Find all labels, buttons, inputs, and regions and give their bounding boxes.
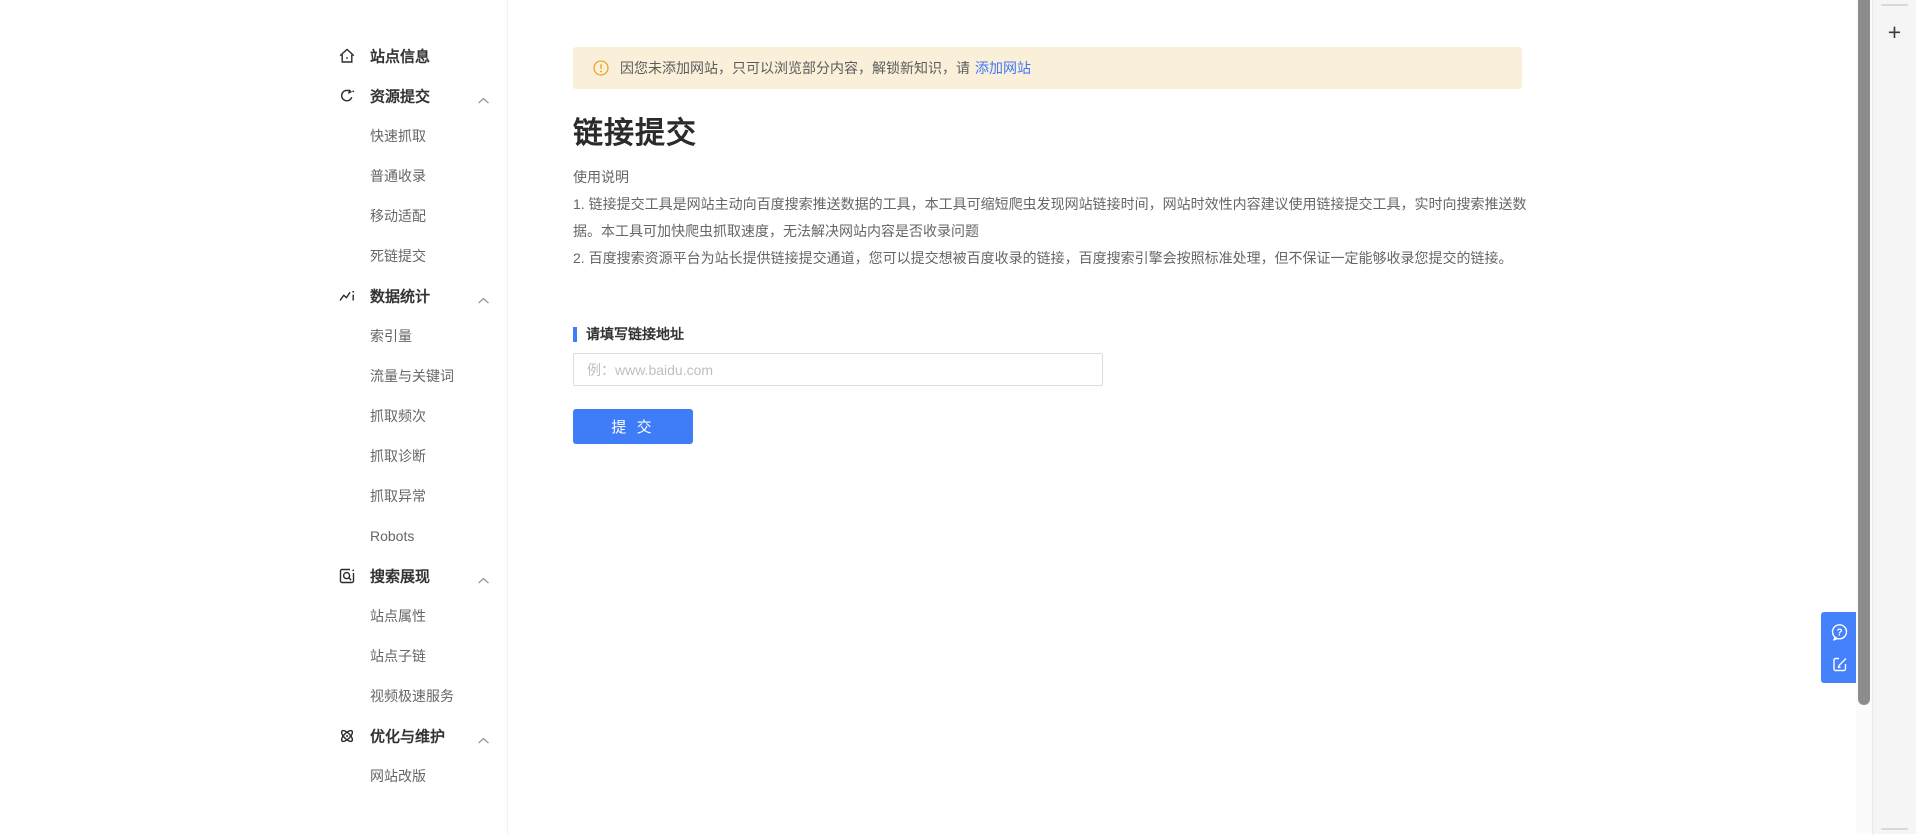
chevron-up-icon[interactable] [477, 732, 490, 744]
chevron-up-icon[interactable] [477, 572, 490, 584]
strip-divider-top [1881, 4, 1908, 6]
sidebar-item-crawl-exception[interactable]: 抓取异常 [0, 476, 507, 516]
help-question-icon[interactable]: ? [1828, 620, 1852, 644]
sidebar-item-label: 网站改版 [370, 768, 426, 784]
sidebar-item-index-volume[interactable]: 索引量 [0, 316, 507, 356]
sidebar-item-label: 视频极速服务 [370, 688, 454, 704]
sidebar: 站点信息 资源提交 快速抓取 普通收录 移动适配 死链提交 数据统计 索引量 流… [0, 0, 508, 834]
optimize-icon [337, 726, 357, 746]
sidebar-item-quick-crawl[interactable]: 快速抓取 [0, 116, 507, 156]
sidebar-item-crawl-frequency[interactable]: 抓取频次 [0, 396, 507, 436]
sidebar-item-traffic-keywords[interactable]: 流量与关键词 [0, 356, 507, 396]
search-display-icon [337, 566, 357, 586]
sidebar-section-optimize-maintain[interactable]: 优化与维护 [0, 716, 507, 756]
sidebar-item-crawl-diagnosis[interactable]: 抓取诊断 [0, 436, 507, 476]
sidebar-item-site-attribute[interactable]: 站点属性 [0, 596, 507, 636]
sidebar-item-label: Robots [370, 528, 415, 544]
sidebar-item-label: 快速抓取 [370, 128, 426, 144]
sidebar-item-label: 移动适配 [370, 208, 426, 224]
link-address-label: 请填写链接地址 [573, 326, 684, 342]
label-accent-bar [573, 326, 577, 342]
home-icon [337, 46, 357, 66]
sidebar-item-label: 资源提交 [370, 88, 431, 106]
feedback-edit-icon[interactable] [1828, 651, 1852, 675]
page-scrollbar-thumb[interactable] [1858, 0, 1870, 705]
sidebar-section-data-stats[interactable]: 数据统计 [0, 276, 507, 316]
browser-side-strip: + [1872, 0, 1916, 834]
svg-text:?: ? [1836, 627, 1842, 638]
main-content: 因您未添加网站，只可以浏览部分内容，解锁新知识，请 添加网站 链接提交 使用说明… [508, 0, 1856, 834]
sidebar-item-mobile-adapt[interactable]: 移动适配 [0, 196, 507, 236]
submit-button[interactable]: 提 交 [573, 409, 693, 444]
no-site-warning-banner: 因您未添加网站，只可以浏览部分内容，解锁新知识，请 添加网站 [573, 47, 1522, 89]
sidebar-nav: 站点信息 资源提交 快速抓取 普通收录 移动适配 死链提交 数据统计 索引量 流… [0, 36, 507, 796]
sidebar-item-label: 优化与维护 [370, 728, 446, 746]
data-stats-icon [337, 286, 357, 306]
instruction-line: 1. 链接提交工具是网站主动向百度搜索推送数据的工具，本工具可缩短爬虫发现网站链… [573, 196, 1527, 239]
sidebar-item-label: 数据统计 [370, 288, 431, 306]
sidebar-item-site-revamp[interactable]: 网站改版 [0, 756, 507, 796]
usage-heading: 使用说明 [573, 169, 629, 185]
floating-help-panel: ? [1821, 612, 1858, 683]
banner-text: 因您未添加网站，只可以浏览部分内容，解锁新知识，请 [620, 60, 970, 76]
sidebar-item-label: 站点子链 [370, 648, 426, 664]
strip-divider-bottom [1881, 828, 1908, 830]
chevron-up-icon[interactable] [477, 92, 490, 104]
sidebar-section-site-info[interactable]: 站点信息 [0, 36, 507, 76]
sidebar-item-label: 站点属性 [370, 608, 426, 624]
page-scrollbar-track [1856, 0, 1872, 834]
link-url-input[interactable] [573, 353, 1103, 386]
usage-instructions: 使用说明 1. 链接提交工具是网站主动向百度搜索推送数据的工具，本工具可缩短爬虫… [573, 164, 1535, 272]
sidebar-item-dead-link-submit[interactable]: 死链提交 [0, 236, 507, 276]
sidebar-item-label: 普通收录 [370, 168, 426, 184]
resource-submit-icon [337, 86, 357, 106]
chevron-up-icon[interactable] [477, 292, 490, 304]
page-title: 链接提交 [573, 117, 697, 150]
sidebar-section-search-display[interactable]: 搜索展现 [0, 556, 507, 596]
sidebar-item-label: 流量与关键词 [370, 368, 454, 384]
instruction-line: 2. 百度搜索资源平台为站长提供链接提交通道，您可以提交想被百度收录的链接，百度… [573, 250, 1513, 266]
sidebar-item-label: 站点信息 [370, 48, 431, 66]
sidebar-item-normal-include[interactable]: 普通收录 [0, 156, 507, 196]
sidebar-section-resource-submit[interactable]: 资源提交 [0, 76, 507, 116]
warning-circle-icon [593, 60, 609, 76]
sidebar-item-label: 死链提交 [370, 248, 426, 264]
sidebar-item-video-speed-service[interactable]: 视频极速服务 [0, 676, 507, 716]
sidebar-item-site-sublink[interactable]: 站点子链 [0, 636, 507, 676]
sidebar-item-label: 抓取频次 [370, 408, 426, 424]
add-site-link[interactable]: 添加网站 [975, 58, 1031, 78]
sidebar-item-label: 抓取异常 [370, 488, 426, 504]
sidebar-item-label: 索引量 [370, 328, 412, 344]
add-tab-plus-icon[interactable]: + [1873, 19, 1916, 45]
sidebar-item-robots[interactable]: Robots [0, 516, 507, 556]
sidebar-item-label: 抓取诊断 [370, 448, 426, 464]
sidebar-item-label: 搜索展现 [370, 568, 431, 586]
